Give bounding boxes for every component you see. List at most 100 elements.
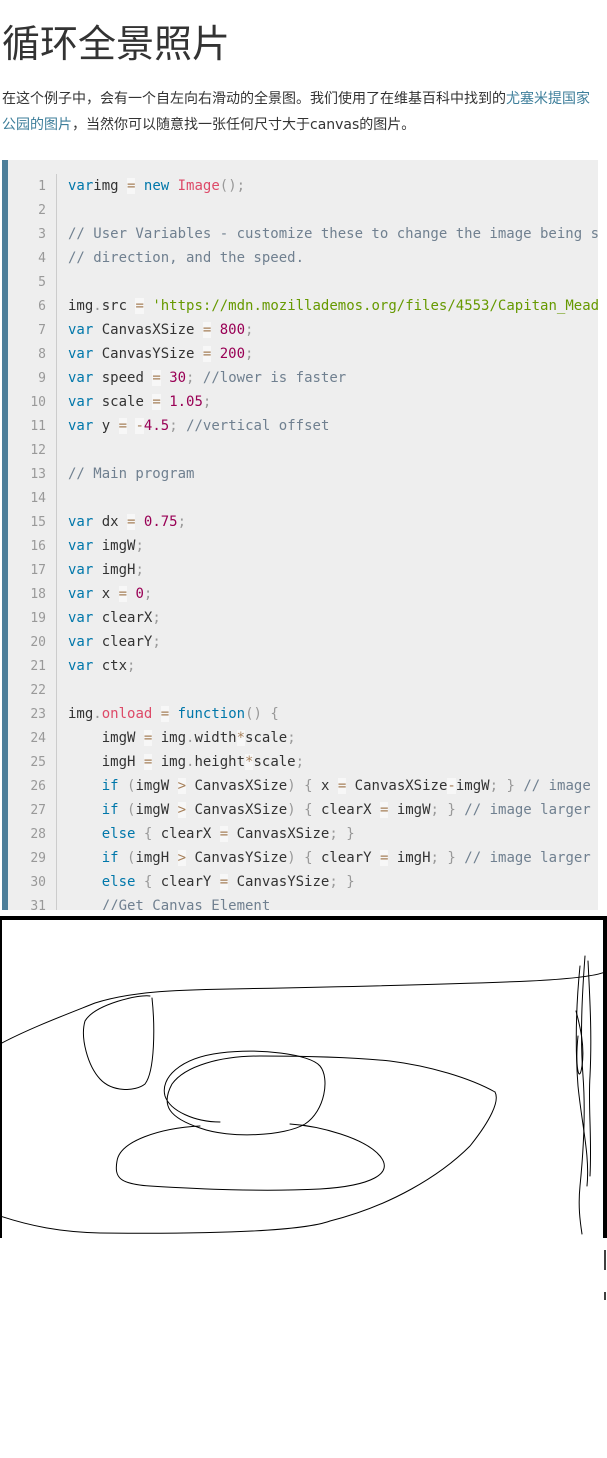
code-token: imgW: [68, 730, 144, 746]
line-number: 3: [38, 227, 46, 242]
code-token: *: [236, 730, 246, 746]
line-code: var ctx;: [68, 654, 135, 678]
code-token: ;: [287, 730, 296, 746]
code-token: var: [68, 562, 94, 578]
code-token: =: [135, 298, 144, 314]
line-code: var scale = 1.05;: [68, 390, 211, 414]
code-token: .: [93, 298, 102, 314]
code-token: // image larger than canvas: [523, 778, 591, 794]
line-number: 7: [38, 323, 46, 338]
scribble-bottom-edge: [2, 1091, 497, 1234]
code-token: }: [346, 826, 355, 842]
code-line: 29 if (imgH > CanvasYSize) { clearY = im…: [8, 846, 591, 870]
code-token: imgW: [135, 802, 178, 818]
line-number: 20: [30, 635, 46, 650]
line-number: 10: [30, 395, 46, 410]
code-token: ;: [127, 658, 136, 674]
code-token: =: [118, 418, 128, 434]
code-token: width: [194, 730, 237, 746]
code-token: var: [68, 370, 94, 386]
code-token: var: [68, 514, 94, 530]
code-token: CanvasYSize: [186, 850, 288, 866]
line-code: if (imgH > CanvasYSize) { clearY = imgH;…: [68, 846, 598, 870]
canvas-scribble-drawing: [2, 955, 603, 1235]
code-token: =: [219, 874, 229, 890]
code-token: if: [101, 850, 119, 866]
code-block: 1 varimg = new Image(); 2 3// User Variable…: [2, 160, 598, 910]
code-token: scale: [253, 754, 296, 770]
code-token: // User Variables - customize these to c…: [68, 226, 598, 242]
code-token: Image: [177, 178, 220, 194]
code-token: // image larger than canvas: [464, 802, 591, 818]
code-token: if: [101, 778, 119, 794]
line-code: varimg = new Image();: [68, 174, 245, 198]
code-token: CanvasXSize: [93, 322, 203, 338]
code-token: >: [177, 850, 187, 866]
code-token: var: [68, 538, 94, 554]
yosemite-link-continued[interactable]: 公园的图片: [2, 117, 72, 133]
code-line: 28 else { clearX = CanvasXSize; }: [8, 822, 355, 846]
line-number: 24: [30, 731, 46, 746]
line-number: 11: [30, 419, 46, 434]
code-token: scale: [93, 394, 153, 410]
code-line: 31 //Get Canvas Element: [8, 894, 270, 910]
intro-line-2: 公园的图片，当然你可以随意找一张任何尺寸大于canvas的图片。: [2, 112, 607, 138]
yosemite-link[interactable]: 尤塞米提国家: [506, 91, 590, 107]
line-number: 18: [30, 587, 46, 602]
code-token: //vertical offset: [186, 418, 330, 434]
code-line: 19 var clearX;: [8, 606, 160, 630]
code-token: var: [68, 394, 94, 410]
line-number: 8: [38, 347, 46, 362]
line-number: 22: [30, 683, 46, 698]
code-line: 24 imgW = img.width*scale;: [8, 726, 296, 750]
code-line: 18 var x = 0;: [8, 582, 152, 606]
panorama-canvas[interactable]: [0, 916, 607, 1238]
code-token: img: [93, 178, 128, 194]
code-token: 30: [169, 370, 187, 386]
code-token: ;: [152, 634, 161, 650]
code-token: clearY: [152, 874, 220, 890]
line-number: 31: [30, 899, 46, 910]
intro-paragraph: 在这个例子中，会有一个自左向右滑动的全景图。我们使用了在维基百科中找到的尤塞米提…: [2, 86, 607, 138]
code-line: 12: [8, 438, 46, 462]
code-token: else: [101, 826, 136, 842]
line-code: var dx = 0.75;: [68, 510, 186, 534]
line-code: var imgH;: [68, 558, 144, 582]
code-lines: 1 varimg = new Image(); 2 3// User Variable…: [8, 174, 598, 910]
line-number: 14: [30, 491, 46, 506]
line-code: var CanvasXSize = 800;: [68, 318, 253, 342]
code-token: {: [270, 706, 279, 722]
code-token: clearY: [312, 850, 380, 866]
code-line: 4 // direction, and the speed.: [8, 246, 304, 270]
code-line: 3 // User Variables - customize these to …: [8, 222, 598, 246]
line-number-gutter: [56, 174, 57, 910]
code-token: ;: [177, 514, 187, 530]
code-token: clearX: [93, 610, 153, 626]
line-number: 4: [38, 251, 46, 266]
code-token: 'https://mdn.mozillademos.org/files/4553…: [152, 298, 598, 314]
code-token: ;: [430, 850, 439, 866]
line-number: 27: [30, 803, 46, 818]
code-token: ;: [489, 778, 498, 794]
code-token: imgW: [388, 802, 431, 818]
code-token: img: [68, 706, 94, 722]
code-token: imgH: [93, 562, 136, 578]
code-token: onload: [101, 706, 153, 722]
code-token: 0.75: [143, 514, 178, 530]
code-token: img: [152, 730, 187, 746]
code-token: var: [68, 610, 94, 626]
code-token: {: [304, 778, 313, 794]
scribble-center-oval: [163, 1050, 326, 1136]
code-token: {: [304, 802, 313, 818]
code-token: //lower is faster: [202, 370, 347, 386]
code-line: 30 else { clearY = CanvasYSize; }: [8, 870, 355, 894]
